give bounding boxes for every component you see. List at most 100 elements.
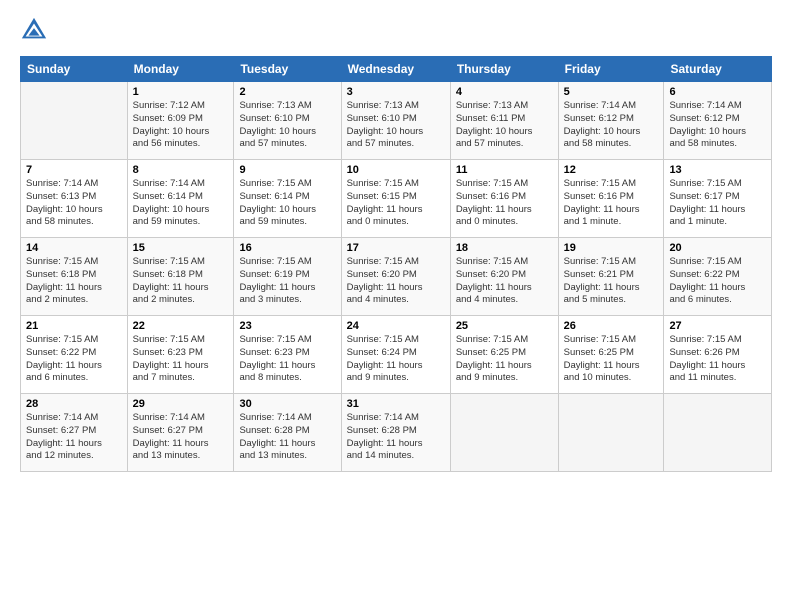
day-number: 24 bbox=[347, 320, 445, 332]
day-cell: 9Sunrise: 7:15 AM Sunset: 6:14 PM Daylig… bbox=[234, 160, 341, 238]
day-number: 16 bbox=[239, 242, 335, 254]
day-number: 14 bbox=[26, 242, 122, 254]
day-info: Sunrise: 7:14 AM Sunset: 6:27 PM Dayligh… bbox=[133, 412, 229, 463]
day-cell: 29 Sunrise: 7:14 AM Sunset: 6:27 PM Dayli… bbox=[127, 394, 234, 472]
header-cell-monday: Monday bbox=[127, 57, 234, 82]
day-number: 10 bbox=[347, 164, 445, 176]
logo bbox=[20, 16, 52, 44]
day-cell: 17 Sunrise: 7:15 AM Sunset: 6:20 PM Dayli… bbox=[341, 238, 450, 316]
day-info: Sunrise: 7:15 AM Sunset: 6:25 PM Dayligh… bbox=[564, 334, 659, 385]
day-info: Sunrise: 7:14 AM Sunset: 6:27 PM Dayligh… bbox=[26, 412, 122, 463]
day-cell: 15Sunrise: 7:15 AM Sunset: 6:18 PM Dayli… bbox=[127, 238, 234, 316]
day-info: Sunrise: 7:15 AM Sunset: 6:24 PM Dayligh… bbox=[347, 334, 445, 385]
header-cell-friday: Friday bbox=[558, 57, 664, 82]
day-number: 2 bbox=[239, 86, 335, 98]
header-cell-saturday: Saturday bbox=[664, 57, 772, 82]
day-number: 15 bbox=[133, 242, 229, 254]
day-info: Sunrise: 7:15 AM Sunset: 6:18 PM Dayligh… bbox=[26, 256, 122, 307]
day-number: 27 bbox=[669, 320, 766, 332]
day-cell: 28 Sunrise: 7:14 AM Sunset: 6:27 PM Dayli… bbox=[21, 394, 128, 472]
day-number: 26 bbox=[564, 320, 659, 332]
calendar-body: 1Sunrise: 7:12 AM Sunset: 6:09 PM Daylig… bbox=[21, 82, 772, 472]
day-info: Sunrise: 7:15 AM Sunset: 6:17 PM Dayligh… bbox=[669, 178, 766, 229]
logo-icon bbox=[20, 16, 48, 44]
day-number: 31 bbox=[347, 398, 445, 410]
day-cell bbox=[21, 82, 128, 160]
day-number: 28 bbox=[26, 398, 122, 410]
day-number: 6 bbox=[669, 86, 766, 98]
day-cell: 21 Sunrise: 7:15 AM Sunset: 6:22 PM Dayli… bbox=[21, 316, 128, 394]
day-info: Sunrise: 7:15 AM Sunset: 6:20 PM Dayligh… bbox=[347, 256, 445, 307]
calendar-header: SundayMondayTuesdayWednesdayThursdayFrid… bbox=[21, 57, 772, 82]
day-cell: 24 Sunrise: 7:15 AM Sunset: 6:24 PM Dayli… bbox=[341, 316, 450, 394]
day-number: 12 bbox=[564, 164, 659, 176]
day-info: Sunrise: 7:15 AM Sunset: 6:21 PM Dayligh… bbox=[564, 256, 659, 307]
day-cell bbox=[450, 394, 558, 472]
day-number: 21 bbox=[26, 320, 122, 332]
day-info: Sunrise: 7:15 AM Sunset: 6:22 PM Dayligh… bbox=[669, 256, 766, 307]
day-info: Sunrise: 7:15 AM Sunset: 6:26 PM Dayligh… bbox=[669, 334, 766, 385]
day-cell bbox=[664, 394, 772, 472]
day-cell: 18 Sunrise: 7:15 AM Sunset: 6:20 PM Dayli… bbox=[450, 238, 558, 316]
day-number: 30 bbox=[239, 398, 335, 410]
week-row-1: 1Sunrise: 7:12 AM Sunset: 6:09 PM Daylig… bbox=[21, 82, 772, 160]
day-cell: 4Sunrise: 7:13 AM Sunset: 6:11 PM Daylig… bbox=[450, 82, 558, 160]
day-info: Sunrise: 7:15 AM Sunset: 6:22 PM Dayligh… bbox=[26, 334, 122, 385]
day-info: Sunrise: 7:14 AM Sunset: 6:12 PM Dayligh… bbox=[669, 100, 766, 151]
day-info: Sunrise: 7:15 AM Sunset: 6:20 PM Dayligh… bbox=[456, 256, 553, 307]
day-number: 11 bbox=[456, 164, 553, 176]
day-number: 17 bbox=[347, 242, 445, 254]
day-info: Sunrise: 7:15 AM Sunset: 6:16 PM Dayligh… bbox=[456, 178, 553, 229]
day-info: Sunrise: 7:14 AM Sunset: 6:14 PM Dayligh… bbox=[133, 178, 229, 229]
week-row-3: 14 Sunrise: 7:15 AM Sunset: 6:18 PM Dayli… bbox=[21, 238, 772, 316]
day-number: 13 bbox=[669, 164, 766, 176]
day-cell: 22 Sunrise: 7:15 AM Sunset: 6:23 PM Dayli… bbox=[127, 316, 234, 394]
week-row-5: 28 Sunrise: 7:14 AM Sunset: 6:27 PM Dayli… bbox=[21, 394, 772, 472]
header-cell-sunday: Sunday bbox=[21, 57, 128, 82]
day-number: 4 bbox=[456, 86, 553, 98]
day-cell: 6 Sunrise: 7:14 AM Sunset: 6:12 PM Daylig… bbox=[664, 82, 772, 160]
day-info: Sunrise: 7:14 AM Sunset: 6:12 PM Dayligh… bbox=[564, 100, 659, 151]
day-cell: 20Sunrise: 7:15 AM Sunset: 6:22 PM Dayli… bbox=[664, 238, 772, 316]
day-info: Sunrise: 7:15 AM Sunset: 6:25 PM Dayligh… bbox=[456, 334, 553, 385]
day-cell: 2Sunrise: 7:13 AM Sunset: 6:10 PM Daylig… bbox=[234, 82, 341, 160]
day-cell: 3 Sunrise: 7:13 AM Sunset: 6:10 PM Daylig… bbox=[341, 82, 450, 160]
day-cell: 1Sunrise: 7:12 AM Sunset: 6:09 PM Daylig… bbox=[127, 82, 234, 160]
day-cell: 12Sunrise: 7:15 AM Sunset: 6:16 PM Dayli… bbox=[558, 160, 664, 238]
day-number: 1 bbox=[133, 86, 229, 98]
day-info: Sunrise: 7:15 AM Sunset: 6:19 PM Dayligh… bbox=[239, 256, 335, 307]
day-cell: 10Sunrise: 7:15 AM Sunset: 6:15 PM Dayli… bbox=[341, 160, 450, 238]
calendar-table: SundayMondayTuesdayWednesdayThursdayFrid… bbox=[20, 56, 772, 472]
day-cell: 23 Sunrise: 7:15 AM Sunset: 6:23 PM Dayli… bbox=[234, 316, 341, 394]
day-info: Sunrise: 7:15 AM Sunset: 6:23 PM Dayligh… bbox=[239, 334, 335, 385]
day-number: 23 bbox=[239, 320, 335, 332]
header-cell-wednesday: Wednesday bbox=[341, 57, 450, 82]
day-info: Sunrise: 7:13 AM Sunset: 6:10 PM Dayligh… bbox=[347, 100, 445, 151]
day-cell: 14 Sunrise: 7:15 AM Sunset: 6:18 PM Dayli… bbox=[21, 238, 128, 316]
day-info: Sunrise: 7:14 AM Sunset: 6:13 PM Dayligh… bbox=[26, 178, 122, 229]
day-number: 22 bbox=[133, 320, 229, 332]
page: SundayMondayTuesdayWednesdayThursdayFrid… bbox=[0, 0, 792, 612]
day-cell bbox=[558, 394, 664, 472]
day-cell: 5Sunrise: 7:14 AM Sunset: 6:12 PM Daylig… bbox=[558, 82, 664, 160]
day-cell: 30 Sunrise: 7:14 AM Sunset: 6:28 PM Dayli… bbox=[234, 394, 341, 472]
day-info: Sunrise: 7:14 AM Sunset: 6:28 PM Dayligh… bbox=[347, 412, 445, 463]
day-info: Sunrise: 7:15 AM Sunset: 6:23 PM Dayligh… bbox=[133, 334, 229, 385]
header-row: SundayMondayTuesdayWednesdayThursdayFrid… bbox=[21, 57, 772, 82]
day-number: 25 bbox=[456, 320, 553, 332]
day-info: Sunrise: 7:14 AM Sunset: 6:28 PM Dayligh… bbox=[239, 412, 335, 463]
day-cell: 27 Sunrise: 7:15 AM Sunset: 6:26 PM Dayli… bbox=[664, 316, 772, 394]
day-number: 3 bbox=[347, 86, 445, 98]
day-cell: 19 Sunrise: 7:15 AM Sunset: 6:21 PM Dayli… bbox=[558, 238, 664, 316]
day-cell: 11 Sunrise: 7:15 AM Sunset: 6:16 PM Dayli… bbox=[450, 160, 558, 238]
day-number: 18 bbox=[456, 242, 553, 254]
header-cell-tuesday: Tuesday bbox=[234, 57, 341, 82]
day-number: 19 bbox=[564, 242, 659, 254]
day-number: 8 bbox=[133, 164, 229, 176]
day-info: Sunrise: 7:15 AM Sunset: 6:14 PM Dayligh… bbox=[239, 178, 335, 229]
header bbox=[20, 16, 772, 44]
day-cell: 25 Sunrise: 7:15 AM Sunset: 6:25 PM Dayli… bbox=[450, 316, 558, 394]
day-number: 29 bbox=[133, 398, 229, 410]
day-cell: 7Sunrise: 7:14 AM Sunset: 6:13 PM Daylig… bbox=[21, 160, 128, 238]
header-cell-thursday: Thursday bbox=[450, 57, 558, 82]
